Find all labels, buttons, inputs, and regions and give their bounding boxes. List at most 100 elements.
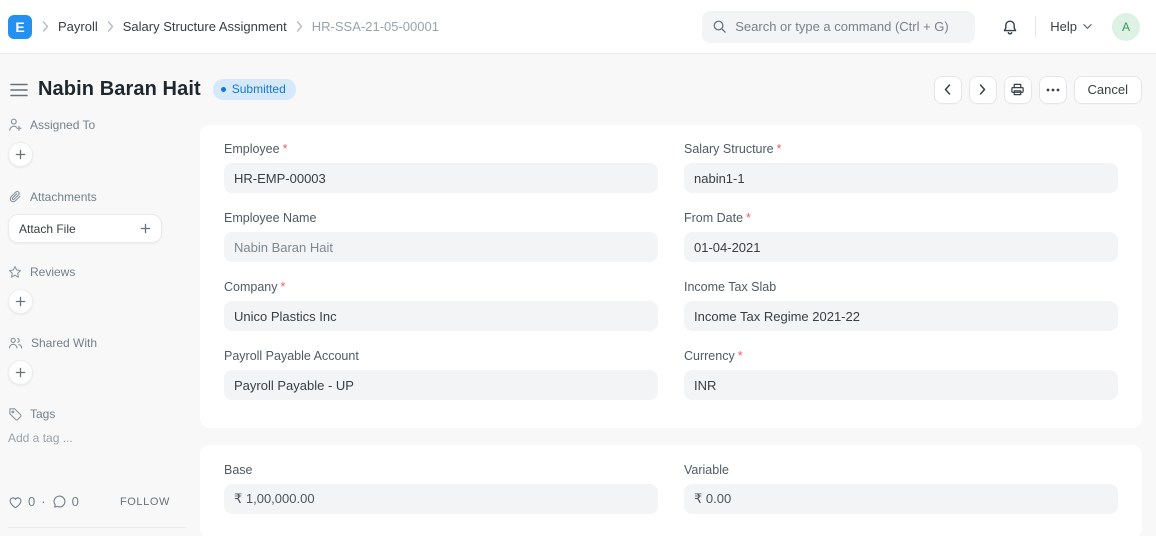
tags-label: Tags xyxy=(30,407,55,421)
help-label: Help xyxy=(1050,19,1077,34)
menu-ellipsis-button[interactable] xyxy=(1039,76,1067,104)
base-label: Base xyxy=(224,463,658,477)
payroll-payable-account-label: Payroll Payable Account xyxy=(224,349,658,363)
page-head: Nabin Baran Hait Submitted Cancel xyxy=(0,54,1156,115)
employee-name-input[interactable]: Nabin Baran Hait xyxy=(224,232,658,262)
form-column-right: Salary Structure* nabin1-1 From Date* 01… xyxy=(684,142,1118,400)
currency-label: Currency* xyxy=(684,349,1118,363)
employee-field-group: Employee* HR-EMP-00003 xyxy=(224,142,658,193)
employee-label: Employee* xyxy=(224,142,658,156)
assigned-to-section: Assigned To xyxy=(8,117,186,167)
required-marker: * xyxy=(738,349,743,363)
base-field-group: Base ₹ 1,00,000.00 xyxy=(224,463,658,514)
salary-structure-field-group: Salary Structure* nabin1-1 xyxy=(684,142,1118,193)
plus-icon xyxy=(140,223,151,234)
global-search[interactable] xyxy=(702,11,975,43)
next-document-button[interactable] xyxy=(969,76,997,104)
navbar: E Payroll Salary Structure Assignment HR… xyxy=(0,0,1156,54)
form-section-amounts: Base ₹ 1,00,000.00 Variable ₹ 0.00 xyxy=(200,445,1142,536)
currency-field-group: Currency* INR xyxy=(684,349,1118,400)
shared-with-section: Shared With xyxy=(8,336,186,385)
add-tag-input[interactable]: Add a tag ... xyxy=(8,431,186,445)
employee-name-label: Employee Name xyxy=(224,211,658,225)
required-marker: * xyxy=(746,211,751,225)
from-date-input[interactable]: 01-04-2021 xyxy=(684,232,1118,262)
status-badge: Submitted xyxy=(213,79,296,100)
search-input[interactable] xyxy=(735,19,965,34)
app-logo[interactable]: E xyxy=(8,15,32,39)
breadcrumb-separator-icon xyxy=(42,21,49,32)
content-layout: Assigned To Attachments Attach File xyxy=(0,115,1156,536)
base-input[interactable]: ₹ 1,00,000.00 xyxy=(224,484,658,514)
required-marker: * xyxy=(777,142,782,156)
form-body: Employee* HR-EMP-00003 Employee Name Nab… xyxy=(200,115,1142,536)
salary-structure-input[interactable]: nabin1-1 xyxy=(684,163,1118,193)
print-button[interactable] xyxy=(1004,76,1032,104)
company-label: Company* xyxy=(224,280,658,294)
assigned-to-label: Assigned To xyxy=(30,118,95,132)
tags-header: Tags xyxy=(8,407,186,421)
users-icon xyxy=(8,336,23,350)
add-share-button[interactable] xyxy=(8,360,33,385)
attach-file-button[interactable]: Attach File xyxy=(8,214,162,243)
breadcrumb-payroll[interactable]: Payroll xyxy=(58,19,98,34)
breadcrumb-current-doc: HR-SSA-21-05-00001 xyxy=(312,19,439,34)
tags-section: Tags Add a tag ... xyxy=(8,407,186,445)
company-field-group: Company* Unico Plastics Inc xyxy=(224,280,658,331)
document-counts: 0 · 0 FOLLOW xyxy=(8,494,186,509)
cancel-button[interactable]: Cancel xyxy=(1074,76,1142,104)
like-control[interactable]: 0 xyxy=(8,494,35,509)
user-plus-icon xyxy=(8,117,22,132)
reviews-section: Reviews xyxy=(8,265,186,314)
form-column-left: Employee* HR-EMP-00003 Employee Name Nab… xyxy=(224,142,658,400)
chevron-down-icon xyxy=(1083,23,1092,30)
currency-input[interactable]: INR xyxy=(684,370,1118,400)
previous-document-button[interactable] xyxy=(934,76,962,104)
status-dot xyxy=(221,87,226,92)
help-dropdown[interactable]: Help xyxy=(1050,19,1092,34)
status-label: Submitted xyxy=(232,82,286,96)
page-title: Nabin Baran Hait xyxy=(38,78,201,101)
income-tax-slab-field-group: Income Tax Slab Income Tax Regime 2021-2… xyxy=(684,280,1118,331)
add-assignment-button[interactable] xyxy=(8,142,33,167)
shared-with-label: Shared With xyxy=(31,336,97,350)
variable-label: Variable xyxy=(684,463,1118,477)
user-avatar[interactable]: A xyxy=(1112,13,1140,41)
sidebar-toggle-icon[interactable] xyxy=(8,79,30,101)
reviews-label: Reviews xyxy=(30,265,75,279)
breadcrumb: Payroll Salary Structure Assignment HR-S… xyxy=(42,19,439,34)
comment-icon xyxy=(52,495,67,509)
required-marker: * xyxy=(283,142,288,156)
comments-count: 0 xyxy=(72,494,79,509)
tag-icon xyxy=(8,407,22,421)
variable-input[interactable]: ₹ 0.00 xyxy=(684,484,1118,514)
required-marker: * xyxy=(281,280,286,294)
income-tax-slab-input[interactable]: Income Tax Regime 2021-22 xyxy=(684,301,1118,331)
heart-icon xyxy=(8,495,23,509)
form-sidebar: Assigned To Attachments Attach File xyxy=(8,115,186,536)
shared-with-header: Shared With xyxy=(8,336,186,350)
paperclip-icon xyxy=(8,189,22,204)
add-review-button[interactable] xyxy=(8,289,33,314)
page-actions: Cancel xyxy=(934,76,1142,104)
employee-name-field-group: Employee Name Nabin Baran Hait xyxy=(224,211,658,262)
assigned-to-header: Assigned To xyxy=(8,117,186,132)
attach-file-label: Attach File xyxy=(19,222,76,236)
employee-input[interactable]: HR-EMP-00003 xyxy=(224,163,658,193)
from-date-label: From Date* xyxy=(684,211,1118,225)
attachments-section: Attachments Attach File xyxy=(8,189,186,243)
comments-control[interactable]: 0 xyxy=(52,494,79,509)
attachments-label: Attachments xyxy=(30,190,97,204)
breadcrumb-salary-structure-assignment[interactable]: Salary Structure Assignment xyxy=(123,19,287,34)
notifications-bell-icon[interactable] xyxy=(999,16,1021,38)
company-input[interactable]: Unico Plastics Inc xyxy=(224,301,658,331)
star-icon xyxy=(8,265,22,279)
payroll-payable-account-field-group: Payroll Payable Account Payroll Payable … xyxy=(224,349,658,400)
payroll-payable-account-input[interactable]: Payroll Payable - UP xyxy=(224,370,658,400)
counts-separator: · xyxy=(41,494,45,509)
variable-field-group: Variable ₹ 0.00 xyxy=(684,463,1118,532)
from-date-field-group: From Date* 01-04-2021 xyxy=(684,211,1118,262)
likes-count: 0 xyxy=(28,494,35,509)
breadcrumb-separator-icon xyxy=(296,21,303,32)
follow-button[interactable]: FOLLOW xyxy=(120,496,170,508)
